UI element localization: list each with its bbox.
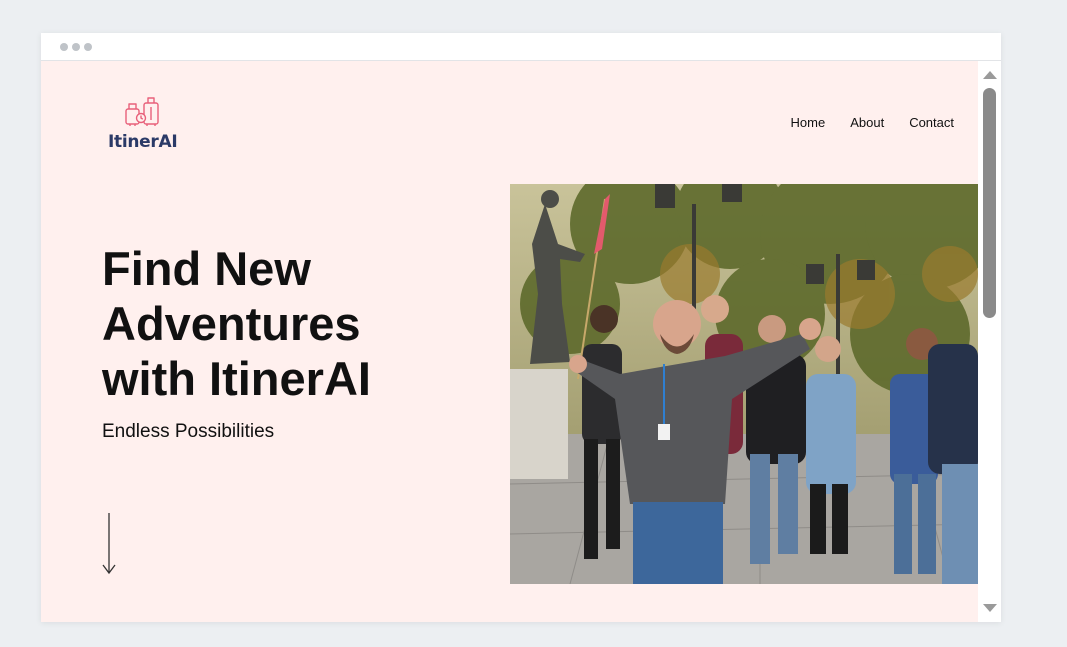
hero-photo xyxy=(510,184,978,584)
window-dot-1 xyxy=(60,43,68,51)
luggage-icon xyxy=(125,97,159,126)
vertical-scrollbar[interactable] xyxy=(978,61,1001,622)
main-nav: Home About Contact xyxy=(791,115,954,130)
nav-about-link[interactable]: About xyxy=(850,115,884,130)
page-viewport: ItinerAI Home About Contact Find New Adv… xyxy=(41,61,978,622)
scroll-down-icon[interactable] xyxy=(983,604,997,612)
window-dot-3 xyxy=(84,43,92,51)
brand-logo[interactable]: ItinerAI xyxy=(107,95,183,155)
browser-window: ItinerAI Home About Contact Find New Adv… xyxy=(41,33,1001,622)
nav-home-link[interactable]: Home xyxy=(791,115,826,130)
hero-title: Find New Adventures with ItinerAI xyxy=(102,242,371,405)
scroll-up-icon[interactable] xyxy=(983,71,997,79)
nav-contact-link[interactable]: Contact xyxy=(909,115,954,130)
brand-name: ItinerAI xyxy=(108,132,178,152)
hero-subtitle: Endless Possibilities xyxy=(102,421,275,442)
arrow-down-icon[interactable] xyxy=(101,513,117,575)
window-dot-2 xyxy=(72,43,80,51)
window-titlebar xyxy=(41,33,1001,61)
scrollbar-thumb[interactable] xyxy=(983,88,996,318)
